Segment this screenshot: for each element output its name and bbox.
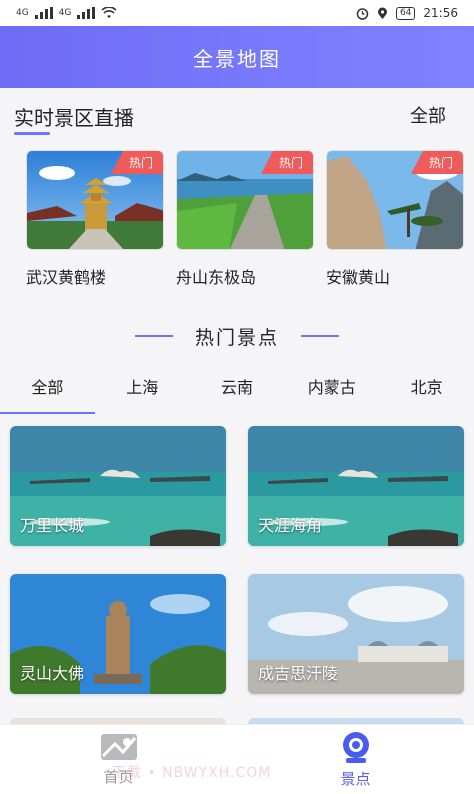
tab-shanghai[interactable]: 上海 xyxy=(95,370,190,414)
tab-all[interactable]: 全部 xyxy=(0,370,95,414)
live-card-name: 武汉黄鹤楼 xyxy=(26,268,107,287)
tab-yunnan[interactable]: 云南 xyxy=(190,370,285,414)
spot-card-lingshan-buddha[interactable]: 灵山大佛 xyxy=(10,574,226,694)
live-thumbnail: 热门 xyxy=(176,150,314,250)
tab-home[interactable]: 首页 xyxy=(0,725,237,794)
spot-name: 天涯海角 xyxy=(258,516,323,535)
region-tabs: 全部 上海 云南 内蒙古 北京 xyxy=(0,370,474,414)
live-thumbnail: 热门 xyxy=(326,150,464,250)
signal-icon xyxy=(34,7,53,19)
alarm-icon xyxy=(356,7,369,20)
tab-spots[interactable]: 景点 xyxy=(237,725,474,794)
spot-name: 万里长城 xyxy=(20,516,85,535)
status-bar: 4G 4G 64 21:56 xyxy=(0,0,474,26)
page-title: 全景地图 xyxy=(193,46,281,71)
live-card-huanghelou[interactable]: 热门 武汉黄鹤楼 xyxy=(26,150,164,288)
network-label-2: 4G xyxy=(58,8,72,18)
live-section-title: 实时景区直播 xyxy=(14,106,134,130)
app-header: 全景地图 xyxy=(0,26,474,88)
map-icon xyxy=(100,734,137,760)
spot-name: 灵山大佛 xyxy=(20,664,85,683)
status-right: 64 21:56 xyxy=(356,6,458,20)
location-icon xyxy=(377,7,387,19)
title-underline xyxy=(14,132,50,135)
network-label: 4G xyxy=(16,8,29,18)
signal-icon-2 xyxy=(77,7,96,19)
spot-name: 成吉思汗陵 xyxy=(258,664,339,683)
hot-section-header: 热门景点 xyxy=(0,318,474,354)
clock: 21:56 xyxy=(423,6,458,20)
live-card-name: 舟山东极岛 xyxy=(176,268,257,287)
spot-card-genghis-mausoleum[interactable]: 成吉思汗陵 xyxy=(248,574,464,694)
live-thumbnail: 热门 xyxy=(26,150,164,250)
live-card-huangshan[interactable]: 热门 安徽黄山 xyxy=(326,150,464,288)
spot-card-tianya-haijiao[interactable]: 天涯海角 xyxy=(248,426,464,546)
battery-icon: 64 xyxy=(395,6,416,20)
watermark: 下载 • NBWYXH.COM xyxy=(112,765,272,781)
divider-left xyxy=(134,335,173,337)
tab-beijing[interactable]: 北京 xyxy=(379,370,474,414)
live-card-name: 安徽黄山 xyxy=(326,268,391,287)
hot-section-title: 热门景点 xyxy=(194,326,279,349)
live-card-dongji-island[interactable]: 热门 舟山东极岛 xyxy=(176,150,314,288)
bottom-tab-bar: 首页 景点 xyxy=(0,724,474,794)
signal-group: 4G 4G xyxy=(16,7,117,19)
tab-spots-label: 景点 xyxy=(340,770,371,788)
tab-inner-mongolia[interactable]: 内蒙古 xyxy=(284,370,379,414)
camera-icon xyxy=(342,732,369,763)
wifi-icon xyxy=(101,7,117,18)
view-all-link[interactable]: 全部 xyxy=(410,102,446,128)
spot-grid: 万里长城 天涯海角 灵山大佛 成吉思汗陵 xyxy=(10,426,464,694)
live-card-list: 热门 武汉黄鹤楼 热门 舟山东极岛 热门 安徽黄山 xyxy=(26,150,464,288)
live-section: 实时景区直播 全部 热门 武汉黄鹤楼 热门 舟山东极岛 热门 安徽黄山 xyxy=(0,88,474,293)
spot-card-great-wall[interactable]: 万里长城 xyxy=(10,426,226,546)
divider-right xyxy=(301,335,339,337)
